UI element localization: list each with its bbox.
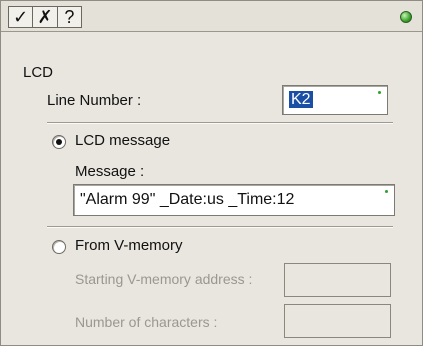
toolbar: ✓ ✗ ? — [1, 1, 422, 32]
num-chars-input[interactable] — [284, 304, 391, 338]
lcd-dialog: ✓ ✗ ? LCD Line Number : K2 LCD message M… — [0, 0, 423, 346]
message-label: Message : — [75, 163, 145, 180]
help-icon: ? — [64, 7, 75, 27]
valid-indicator-icon — [378, 91, 381, 94]
toolbar-button-group: ✓ ✗ ? — [8, 6, 82, 28]
message-input[interactable]: "Alarm 99" _Date:us _Time:12 — [73, 184, 395, 216]
valid-indicator-icon — [385, 190, 388, 193]
divider — [47, 226, 393, 228]
section-title: LCD — [23, 64, 54, 81]
line-number-label: Line Number : — [47, 92, 142, 109]
line-number-input[interactable]: K2 — [282, 85, 388, 115]
start-address-input[interactable] — [284, 263, 391, 297]
message-value: "Alarm 99" _Date:us _Time:12 — [80, 191, 295, 208]
close-icon: ✗ — [37, 7, 53, 27]
help-button[interactable]: ? — [58, 7, 81, 27]
start-address-label: Starting V-memory address : — [75, 271, 253, 287]
ok-button[interactable]: ✓ — [9, 7, 34, 27]
from-vmemory-radio-label[interactable]: From V-memory — [75, 237, 183, 254]
check-icon: ✓ — [13, 7, 29, 27]
status-led-icon — [400, 11, 412, 23]
lcd-message-radio-label[interactable]: LCD message — [75, 132, 170, 149]
cancel-button[interactable]: ✗ — [33, 7, 58, 27]
from-vmemory-radio[interactable] — [52, 240, 66, 254]
line-number-value: K2 — [289, 91, 313, 108]
lcd-message-radio[interactable] — [52, 135, 66, 149]
num-chars-label: Number of characters : — [75, 314, 218, 330]
divider — [47, 122, 393, 124]
